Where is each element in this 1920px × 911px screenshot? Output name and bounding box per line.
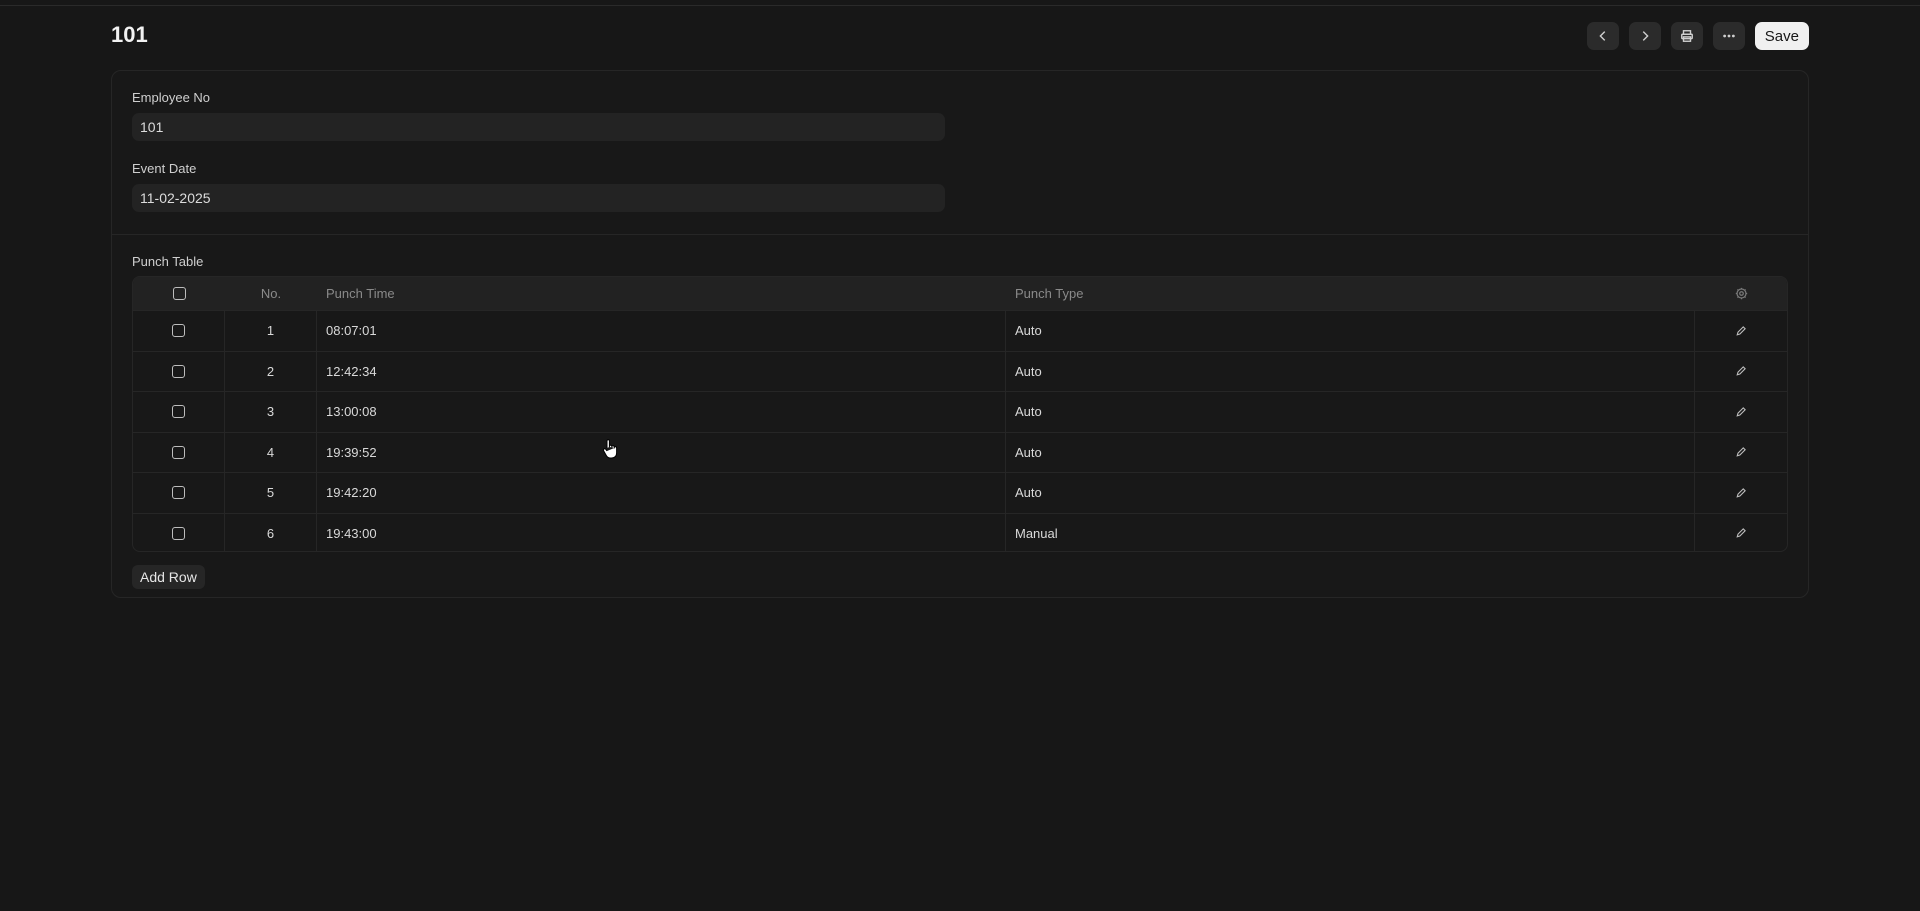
row-no: 2 <box>225 351 317 391</box>
row-no: 1 <box>225 311 317 351</box>
pencil-icon <box>1736 325 1746 336</box>
header-checkbox-cell <box>133 277 225 310</box>
row-punch-time[interactable]: 19:39:52 <box>317 432 1006 472</box>
row-checkbox-cell <box>133 351 225 391</box>
edit-row-button[interactable] <box>1695 352 1787 392</box>
row-no: 5 <box>225 473 317 513</box>
pencil-icon <box>1736 528 1746 538</box>
print-button[interactable] <box>1670 22 1703 50</box>
row-checkbox[interactable] <box>172 405 185 419</box>
punch-table-label: Punch Table <box>132 254 204 269</box>
event-date-label: Event Date <box>132 161 197 176</box>
row-checkbox[interactable] <box>172 526 185 540</box>
table-row[interactable]: 3 13:00:08 Auto <box>133 391 1787 432</box>
row-checkbox[interactable] <box>172 486 185 500</box>
add-row-button[interactable]: Add Row <box>132 565 205 589</box>
row-punch-type[interactable]: Auto <box>1006 311 1695 351</box>
row-punch-type[interactable]: Manual <box>1006 513 1695 551</box>
row-punch-time[interactable]: 19:42:20 <box>317 473 1006 513</box>
row-punch-time[interactable]: 12:42:34 <box>317 351 1006 391</box>
more-horizontal-icon <box>1723 34 1735 38</box>
pencil-icon <box>1736 366 1746 376</box>
table-header: No. Punch Time Punch Type <box>133 277 1787 310</box>
table-row[interactable]: 4 19:39:52 Auto <box>133 431 1787 473</box>
row-punch-type[interactable]: Auto <box>1006 473 1695 513</box>
row-punch-type[interactable]: Auto <box>1006 392 1695 432</box>
column-header-no: No. <box>260 286 282 301</box>
row-no: 3 <box>225 392 317 432</box>
event-date-field[interactable]: 11-02-2025 <box>132 184 945 212</box>
employee-no-field[interactable]: 101 <box>132 113 945 141</box>
edit-row-button[interactable] <box>1695 514 1787 552</box>
table-row[interactable]: 5 19:42:20 Auto <box>133 472 1787 513</box>
row-punch-type[interactable]: Auto <box>1006 432 1695 472</box>
employee-no-label: Employee No <box>132 90 211 105</box>
row-punch-time[interactable]: 13:00:08 <box>317 392 1006 432</box>
pencil-icon <box>1736 406 1746 417</box>
section-divider <box>112 234 1808 235</box>
edit-row-button[interactable] <box>1695 392 1787 432</box>
row-checkbox-cell <box>133 432 225 472</box>
row-checkbox[interactable] <box>172 324 185 338</box>
page-header: 101 Save <box>111 18 1809 52</box>
pencil-icon <box>1736 447 1746 457</box>
table-row[interactable]: 6 19:43:00 Manual <box>133 512 1787 552</box>
table-row[interactable]: 1 08:07:01 Auto <box>133 310 1787 351</box>
row-checkbox-cell <box>133 311 225 351</box>
row-checkbox[interactable] <box>172 364 185 378</box>
row-punch-type[interactable]: Auto <box>1006 351 1695 391</box>
row-no: 6 <box>225 513 317 551</box>
row-punch-time[interactable]: 19:43:00 <box>317 513 1006 551</box>
row-checkbox-cell <box>133 392 225 432</box>
hand-cursor-icon <box>602 439 618 459</box>
select-all-checkbox[interactable] <box>172 287 186 300</box>
next-record-button[interactable] <box>1628 22 1661 50</box>
page-title: 101 <box>111 22 148 47</box>
save-button[interactable]: Save <box>1754 22 1809 50</box>
column-header-punch-type: Punch Type <box>1015 286 1084 301</box>
chevron-left-icon <box>1599 31 1606 41</box>
table-row[interactable]: 2 12:42:34 Auto <box>133 350 1787 392</box>
form-card: Employee No 101 Event Date 11-02-2025 Pu… <box>111 70 1809 598</box>
chevron-right-icon <box>1642 31 1649 41</box>
row-checkbox-cell <box>133 513 225 551</box>
row-checkbox[interactable] <box>172 445 185 459</box>
edit-row-button[interactable] <box>1695 473 1787 513</box>
column-header-punch-time: Punch Time <box>326 286 395 301</box>
printer-icon <box>1680 30 1693 42</box>
punch-table: No. Punch Time Punch Type 1 08:07:01 Aut… <box>132 276 1788 552</box>
previous-record-button[interactable] <box>1586 22 1619 50</box>
row-punch-time[interactable]: 08:07:01 <box>317 311 1006 351</box>
row-no: 4 <box>225 432 317 472</box>
more-options-button[interactable] <box>1712 22 1745 50</box>
row-checkbox-cell <box>133 473 225 513</box>
gear-icon <box>1735 287 1747 300</box>
column-settings-button[interactable] <box>1695 277 1787 310</box>
edit-row-button[interactable] <box>1695 433 1787 473</box>
pencil-icon <box>1736 487 1746 498</box>
edit-row-button[interactable] <box>1695 311 1787 351</box>
header-actions: Save <box>1586 22 1809 50</box>
top-border <box>0 5 1920 6</box>
